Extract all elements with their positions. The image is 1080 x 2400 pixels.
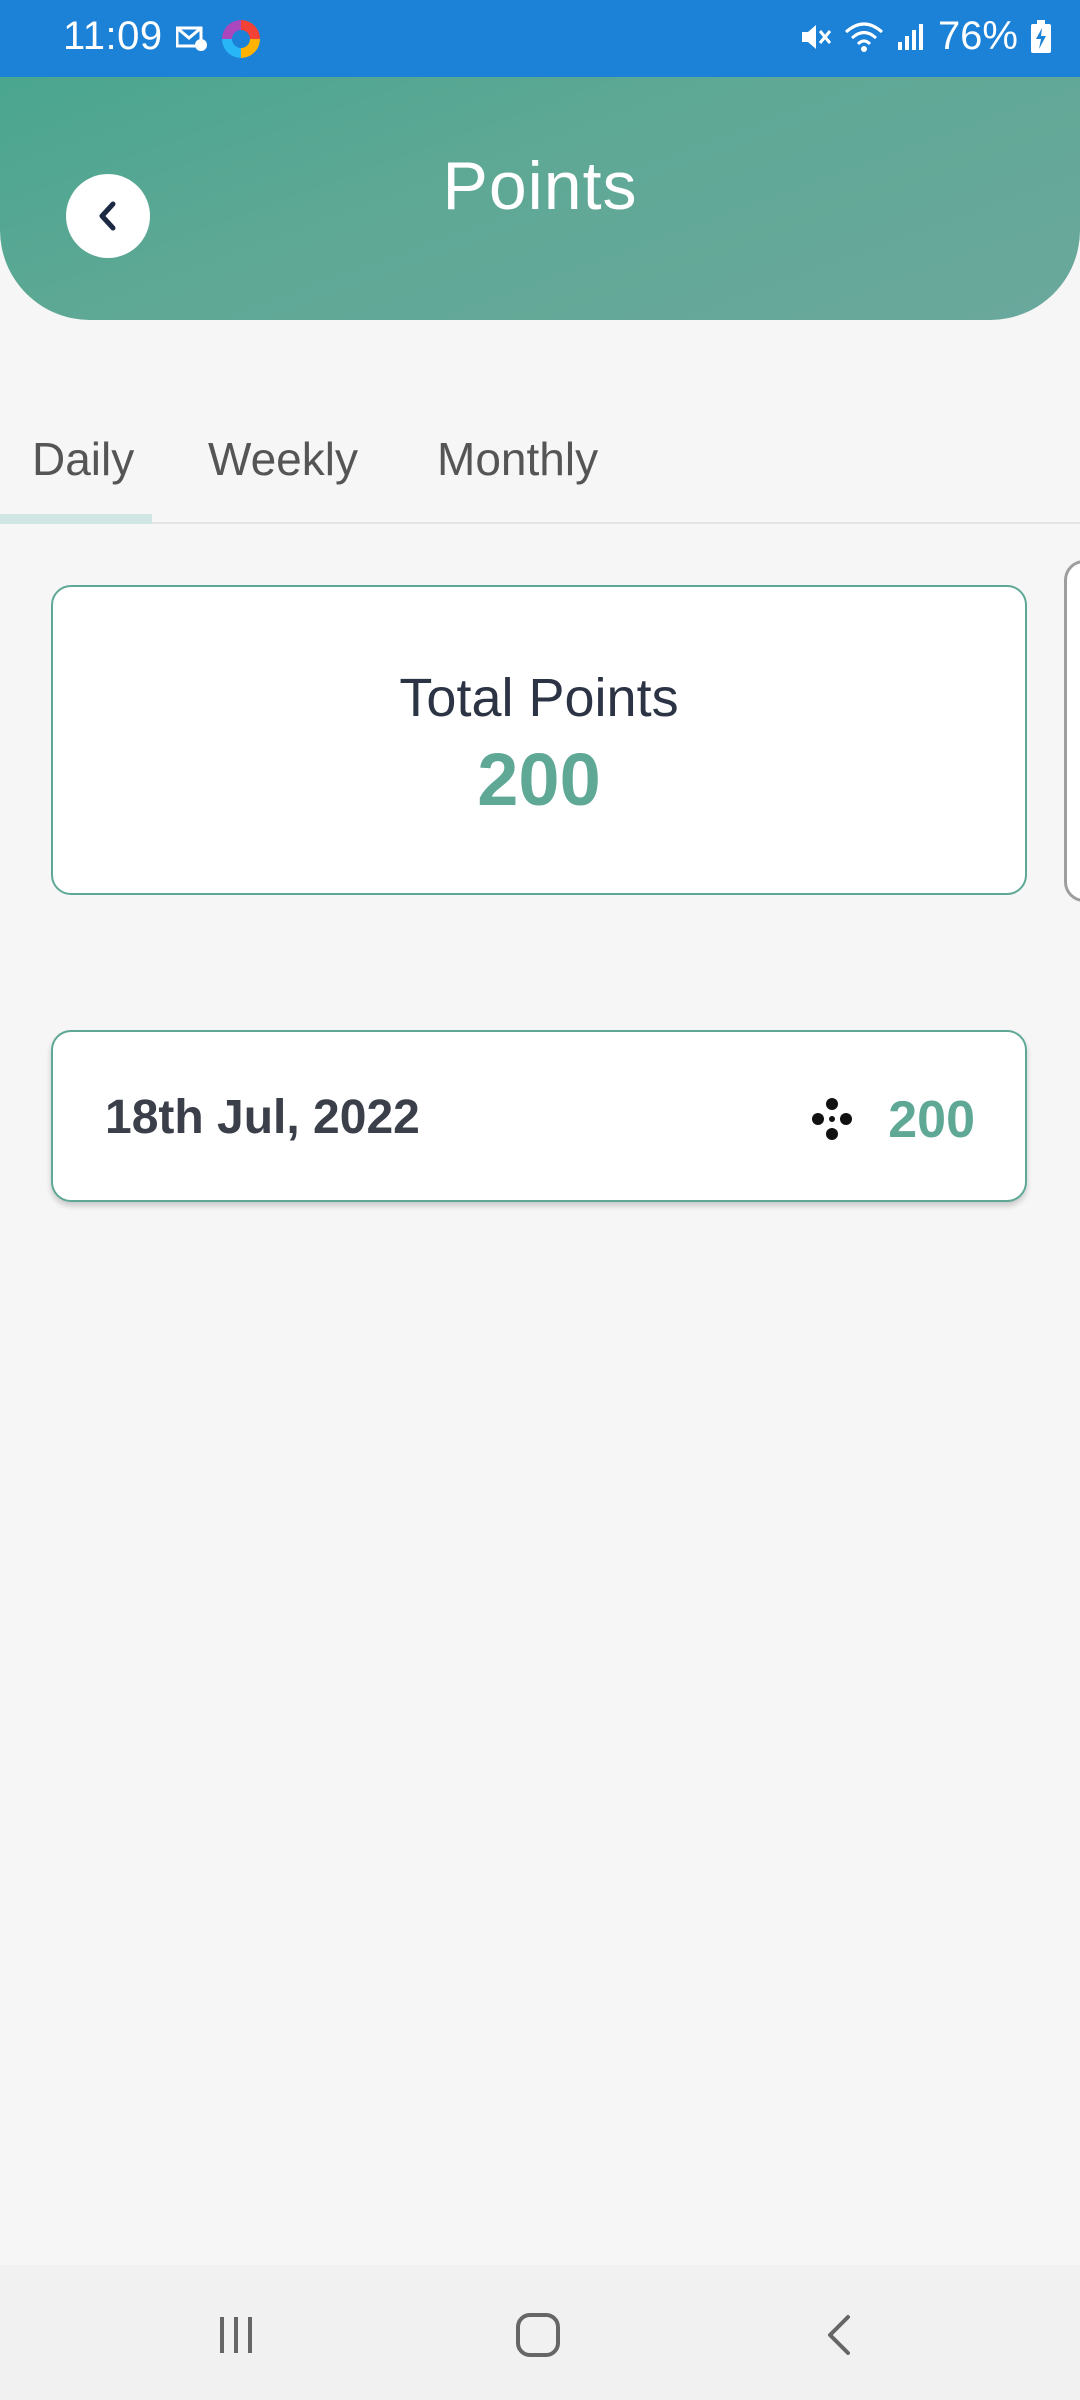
- battery-percent: 76%: [937, 14, 1018, 58]
- entry-date: 18th Jul, 2022: [105, 1091, 420, 1144]
- browser-icon: [222, 20, 260, 58]
- system-nav-bar: [0, 2265, 1080, 2400]
- battery-charging-icon: [1031, 19, 1051, 53]
- nav-back-button[interactable]: [810, 2305, 870, 2365]
- total-points-value: 200: [477, 738, 601, 821]
- mail-settings-icon: [176, 26, 207, 51]
- status-bar: 11:09 76%: [0, 0, 1080, 77]
- app-header: Points: [0, 77, 1080, 320]
- home-button[interactable]: [508, 2305, 568, 2365]
- tab-weekly[interactable]: Weekly: [208, 432, 358, 486]
- entry-points: 200: [888, 1091, 975, 1149]
- recents-icon: [220, 2317, 252, 2353]
- next-summary-card[interactable]: [1064, 560, 1080, 902]
- tab-daily[interactable]: Daily: [32, 432, 134, 486]
- recents-button[interactable]: [206, 2305, 266, 2365]
- home-icon: [516, 2313, 560, 2357]
- active-tab-indicator: [0, 514, 152, 524]
- period-tabs: Daily Weekly Monthly: [0, 420, 1080, 524]
- list-item[interactable]: 18th Jul, 2022 200: [51, 1030, 1027, 1202]
- total-points-label: Total Points: [399, 668, 679, 728]
- back-icon: [828, 2315, 850, 2355]
- status-time: 11:09: [63, 14, 163, 58]
- points-dots-icon: [812, 1098, 852, 1140]
- mute-icon: [801, 24, 832, 49]
- total-points-card: Total Points 200: [51, 585, 1027, 895]
- page-title: Points: [442, 148, 638, 224]
- signal-icon: [897, 23, 923, 50]
- tab-monthly[interactable]: Monthly: [437, 432, 598, 486]
- wifi-icon: [844, 22, 883, 52]
